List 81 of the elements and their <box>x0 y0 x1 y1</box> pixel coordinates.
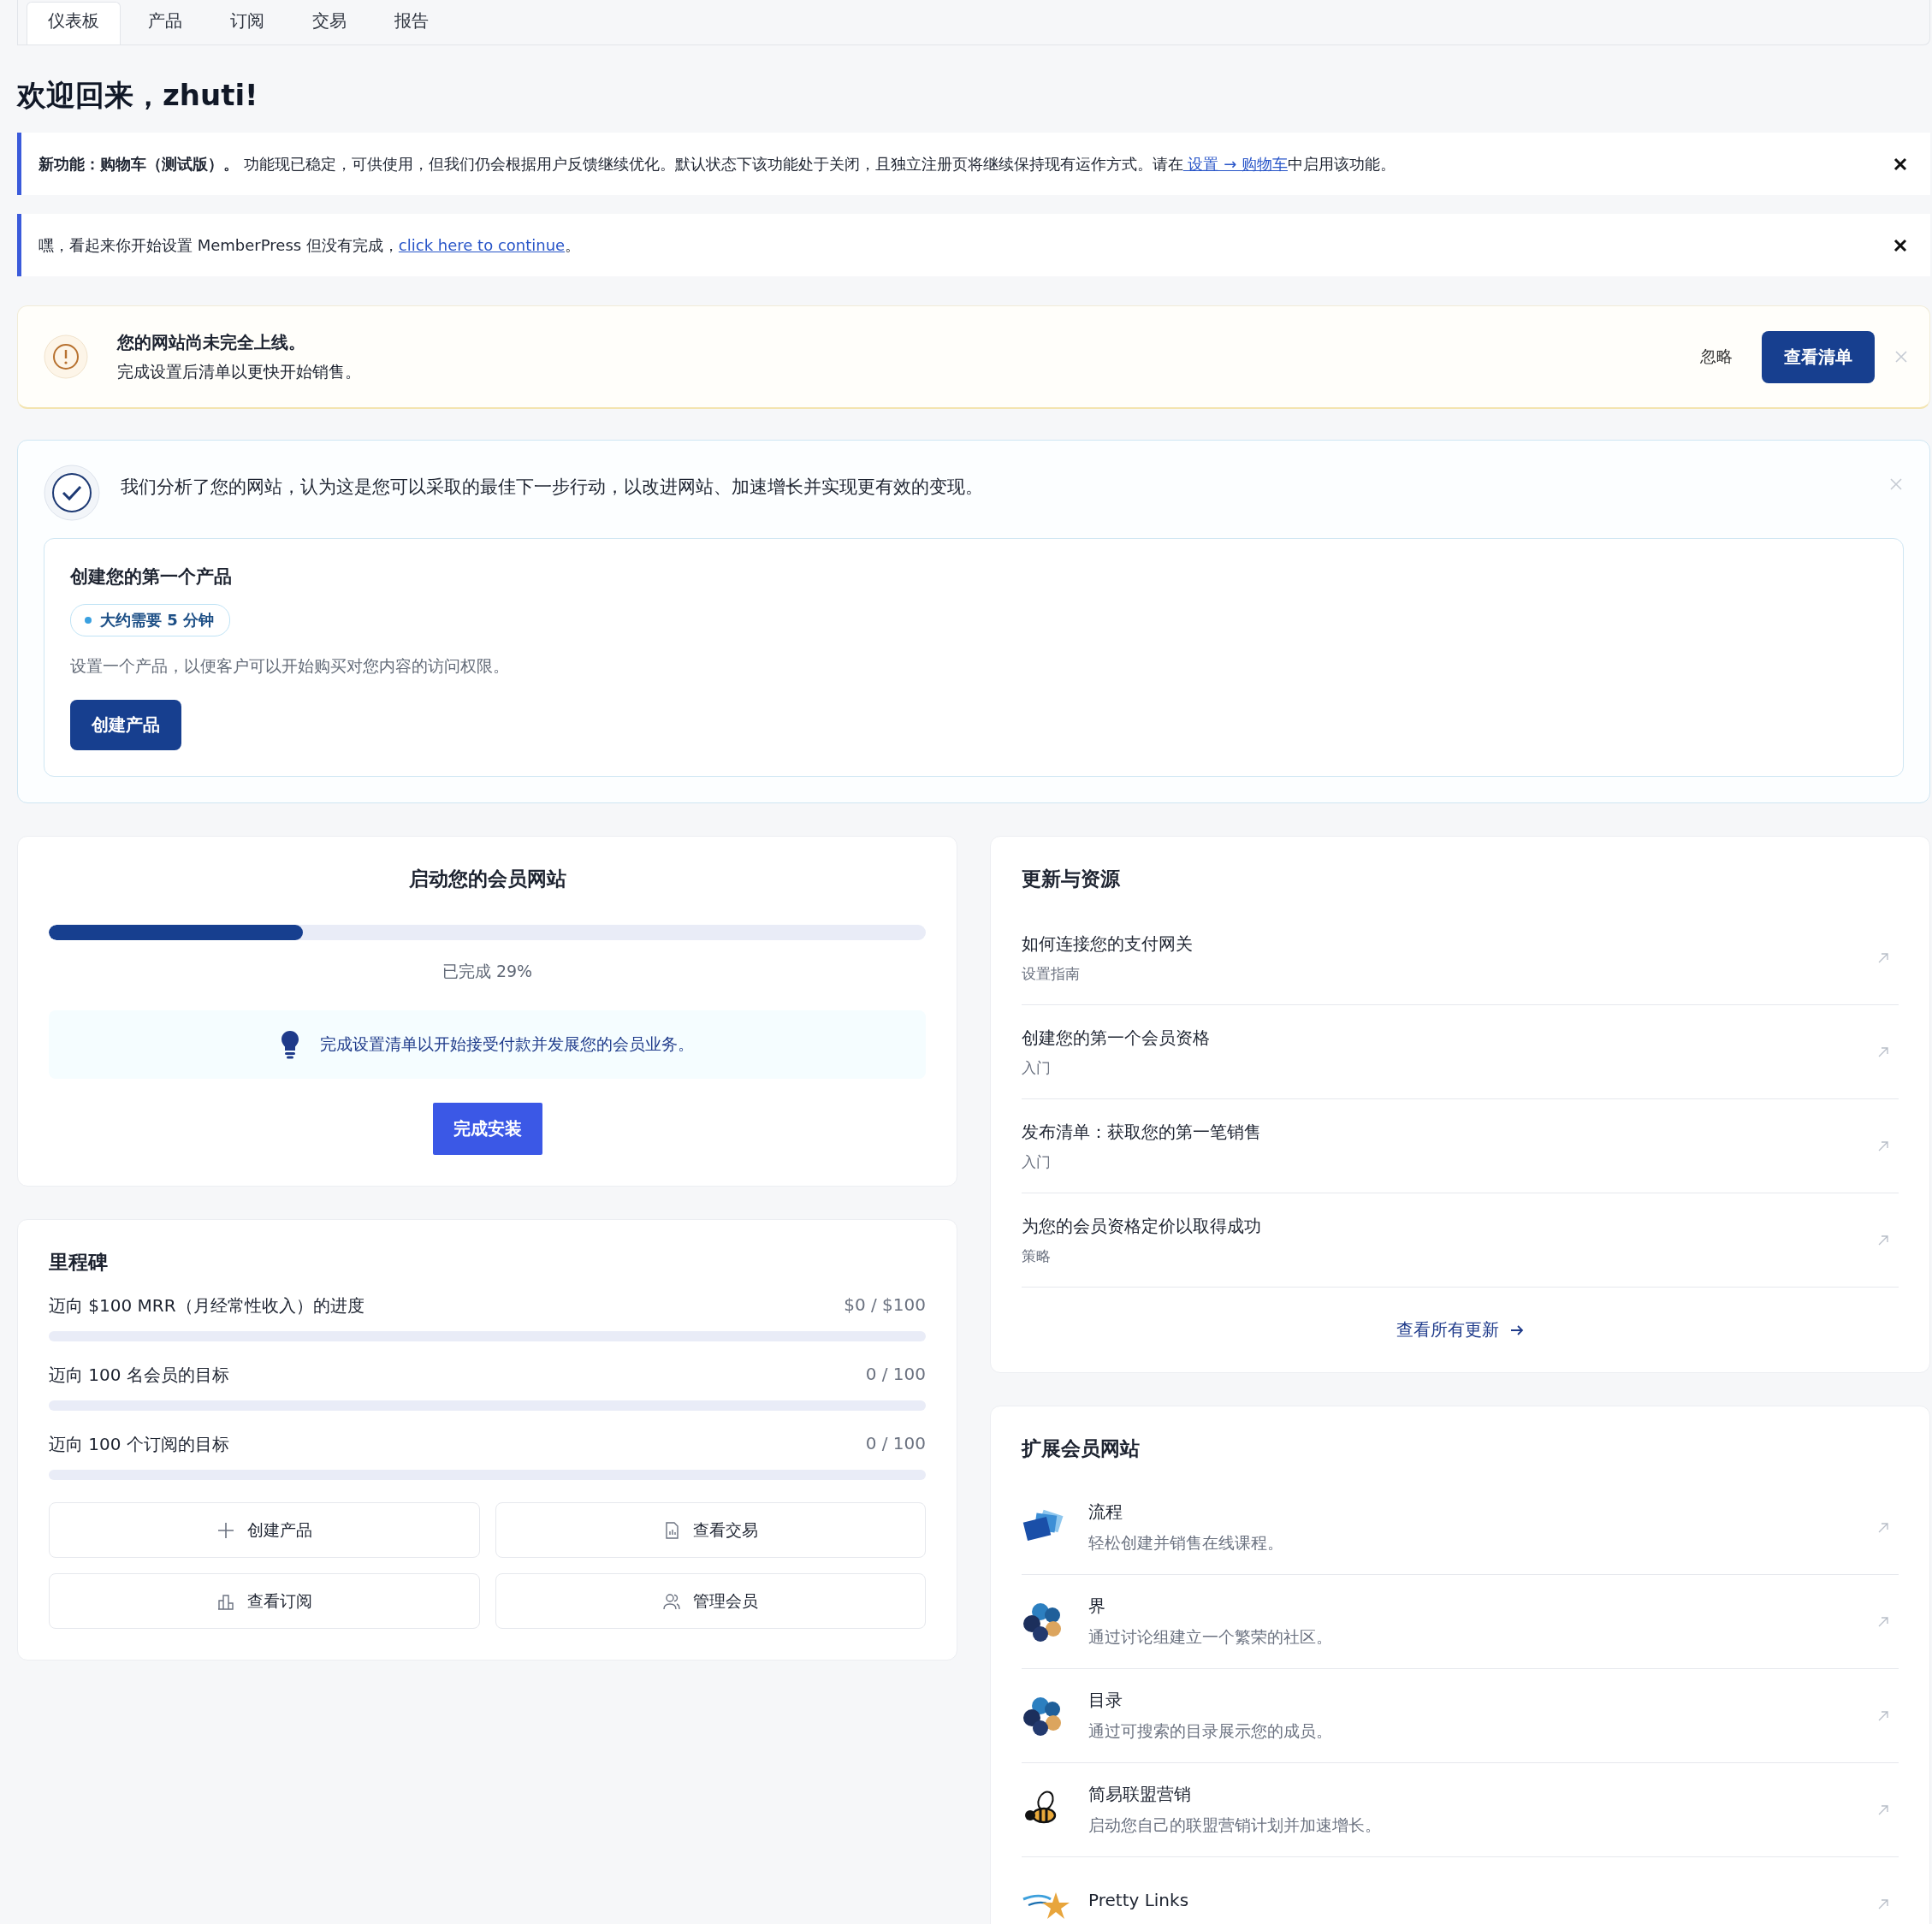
resource-category: 策略 <box>1022 1246 1052 1266</box>
extension-name: 目录 <box>1088 1689 1123 1712</box>
users-icon <box>662 1591 682 1611</box>
close-icon <box>1893 156 1908 172</box>
lightbulb-icon <box>281 1030 299 1059</box>
tab[interactable]: 交易 <box>292 3 367 44</box>
extension-description: 轻松创建并销售在线课程。 <box>1088 1532 1284 1554</box>
card-title: 启动您的会员网站 <box>407 867 567 891</box>
close-icon <box>1888 477 1904 492</box>
resource-category: 入门 <box>1022 1151 1052 1172</box>
extension-description: 启动您自己的联盟营销计划并加速增长。 <box>1088 1814 1382 1836</box>
resource-item[interactable]: 为您的会员资格定价以取得成功 策略 <box>1022 1193 1899 1288</box>
action-button[interactable]: 创建产品 <box>49 1502 480 1558</box>
checkmark-icon <box>44 465 100 521</box>
extension-name: 简易联盟营销 <box>1088 1783 1192 1806</box>
resource-title: 创建您的第一个会员资格 <box>1022 1026 1211 1050</box>
action-button[interactable]: 管理会员 <box>495 1573 926 1629</box>
resource-title: 如何连接您的支付网关 <box>1022 932 1194 956</box>
tab[interactable]: 报告 <box>374 3 449 44</box>
recommendation-message: 我们分析了您的网站，认为这是您可以采取的最佳下一步行动，以改进网站、加速增长并实现更有效的变现。 <box>121 476 984 499</box>
extension-name: Pretty Links <box>1088 1889 1190 1910</box>
warning-title: 您的网站尚未完全上线。 <box>117 330 306 354</box>
tab[interactable]: 仪表板 <box>27 2 121 44</box>
resource-category: 设置指南 <box>1022 963 1081 984</box>
card-title: 更新与资源 <box>1022 867 1121 891</box>
warning-subtitle: 完成设置后清单以更快开始销售。 <box>117 360 362 382</box>
page-title: 欢迎回来，zhuti! <box>17 77 259 114</box>
view-all-link[interactable]: 查看所有更新 <box>1022 1318 1899 1341</box>
resource-item[interactable]: 创建您的第一个会员资格 入门 <box>1022 1005 1899 1099</box>
milestone-value: $0 / $100 <box>844 1294 926 1317</box>
milestone-value: 0 / 100 <box>865 1364 926 1386</box>
notice-message: 新功能：购物车（测试版）。 功能现已稳定，可供使用，但我们仍会根据用户反馈继续优化。默认状态下该功能处于关闭，且独立注册页将继续保持现有运作方式。请在 设置 → 购物车中启用该功能。 <box>39 153 1396 175</box>
external-link-icon <box>1876 1708 1890 1723</box>
milestone-value: 0 / 100 <box>865 1433 926 1455</box>
resource-category: 入门 <box>1022 1057 1052 1078</box>
extension-item[interactable]: 目录 通过可搜索的目录展示您的成员。 <box>1022 1669 1899 1763</box>
external-link-icon <box>1876 950 1890 965</box>
plus-icon <box>216 1520 235 1540</box>
external-link-icon <box>1876 1045 1890 1059</box>
milestone-label: 迈向 100 个订阅的目标 <box>49 1433 229 1456</box>
extension-name: 界 <box>1088 1595 1106 1618</box>
task-description: 设置一个产品，以便客户可以开始购买对您内容的访问权限。 <box>70 655 510 677</box>
link[interactable]: click here to continue <box>398 235 566 254</box>
tab[interactable]: 产品 <box>127 3 203 44</box>
external-link-icon <box>1876 1614 1890 1629</box>
external-link-icon <box>1876 1803 1890 1817</box>
time-badge: 大约需要 5 分钟 <box>70 604 231 636</box>
resource-item[interactable]: 发布清单：获取您的第一笔销售 入门 <box>1022 1099 1899 1193</box>
notice-message: 嘿，看起来你开始设置 MemberPress 但没有完成，click here to continue。 <box>39 234 582 256</box>
milestone-label: 迈向 $100 MRR（月经常性收入）的进度 <box>49 1294 364 1317</box>
extension-description: 通过讨论组建立一个繁荣的社区。 <box>1088 1626 1333 1648</box>
extension-item[interactable]: Pretty Links <box>1022 1857 1899 1924</box>
milestone-label: 迈向 100 名会员的目标 <box>49 1364 229 1387</box>
progress-label: 已完成 29% <box>441 961 534 982</box>
close-icon <box>1893 349 1909 364</box>
link[interactable]: 设置 → 购物车 <box>1182 154 1288 173</box>
resource-item[interactable]: 如何连接您的支付网关 设置指南 <box>1022 911 1899 1005</box>
resource-title: 发布清单：获取您的第一笔销售 <box>1022 1120 1262 1144</box>
extension-name: 流程 <box>1088 1501 1123 1524</box>
external-link-icon <box>1876 1520 1890 1535</box>
tab[interactable]: 订阅 <box>210 3 285 44</box>
tip-text: 完成设置清单以开始接受付款并发展您的会员业务。 <box>320 1033 694 1055</box>
extension-description: 通过可搜索的目录展示您的成员。 <box>1088 1720 1333 1742</box>
close-icon <box>1893 237 1908 253</box>
action-button[interactable]: 查看交易 <box>495 1502 926 1558</box>
extension-item[interactable]: 流程 轻松创建并销售在线课程。 <box>1022 1481 1899 1575</box>
external-link-icon <box>1876 1897 1890 1911</box>
dismiss-button[interactable]: 忽略 <box>1695 345 1738 369</box>
extension-item[interactable]: 界 通过讨论组建立一个繁荣的社区。 <box>1022 1575 1899 1669</box>
view-checklist-button[interactable]: 查看清单 <box>1762 330 1875 383</box>
card-title: 里程碑 <box>49 1250 109 1275</box>
task-title: 创建您的第一个产品 <box>70 565 233 589</box>
warning-icon <box>44 334 88 379</box>
external-link-icon <box>1876 1139 1890 1153</box>
external-link-icon <box>1876 1233 1890 1247</box>
finish-setup-button[interactable]: 完成安装 <box>432 1103 542 1155</box>
resource-title: 为您的会员资格定价以取得成功 <box>1022 1214 1262 1238</box>
create-product-button[interactable]: 创建产品 <box>70 700 181 750</box>
card-title: 扩展会员网站 <box>1022 1436 1141 1461</box>
action-button[interactable]: 查看订阅 <box>49 1573 480 1629</box>
extension-item[interactable]: 简易联盟营销 启动您自己的联盟营销计划并加速增长。 <box>1022 1763 1899 1857</box>
